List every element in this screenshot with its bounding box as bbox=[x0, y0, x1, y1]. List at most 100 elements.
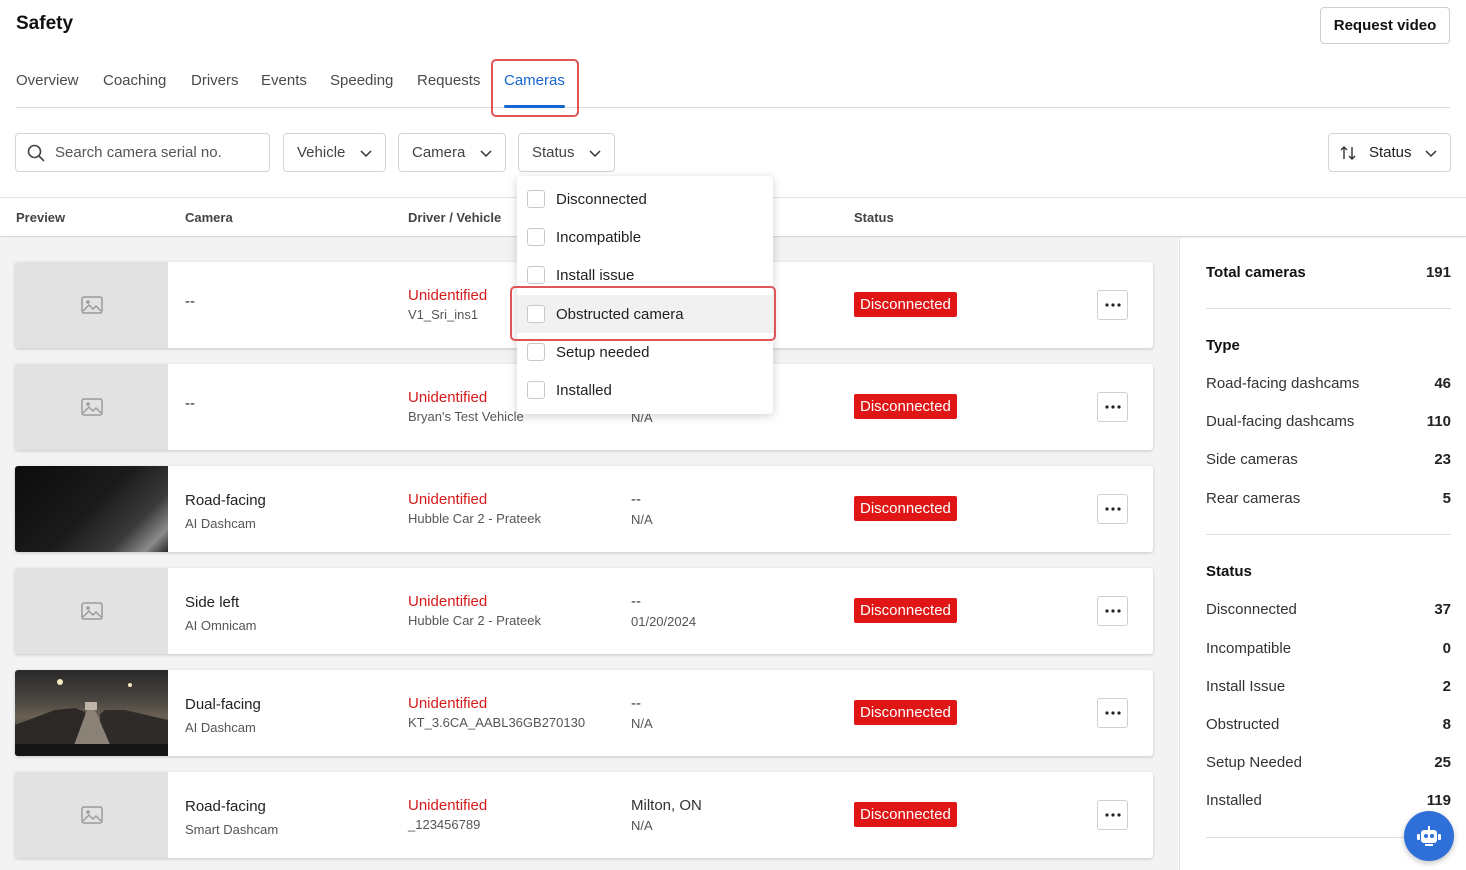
status-label: Obstructed bbox=[1206, 716, 1280, 733]
search-placeholder: Search camera serial no. bbox=[55, 144, 222, 161]
status-label: Setup Needed bbox=[1206, 754, 1302, 771]
street-scene-graphic bbox=[15, 679, 168, 756]
image-icon bbox=[80, 296, 103, 314]
checkbox[interactable] bbox=[527, 343, 545, 361]
more-options-button[interactable] bbox=[1097, 698, 1128, 728]
table-row[interactable]: Road-facing Smart Dashcam Unidentified _… bbox=[15, 772, 1153, 858]
tab-drivers[interactable]: Drivers bbox=[191, 72, 239, 107]
tab-bar: Overview Coaching Drivers Events Speedin… bbox=[16, 72, 1450, 108]
driver-name[interactable]: Unidentified bbox=[408, 593, 487, 610]
search-input[interactable]: Search camera serial no. bbox=[15, 133, 270, 172]
status-option-disconnected[interactable]: Disconnected bbox=[517, 180, 773, 218]
checkbox[interactable] bbox=[527, 228, 545, 246]
vehicle-name: Hubble Car 2 - Prateek bbox=[408, 613, 541, 628]
column-status[interactable]: Status bbox=[854, 210, 894, 225]
ellipsis-icon bbox=[1104, 711, 1121, 715]
status-row[interactable]: Incompatible 0 bbox=[1206, 640, 1451, 657]
request-video-button[interactable]: Request video bbox=[1320, 7, 1450, 44]
column-camera[interactable]: Camera bbox=[185, 210, 233, 225]
preview-placeholder[interactable] bbox=[15, 772, 168, 858]
column-preview: Preview bbox=[16, 210, 66, 225]
camera-preview-image[interactable] bbox=[15, 466, 168, 552]
more-options-button[interactable] bbox=[1097, 494, 1128, 524]
vehicle-filter[interactable]: Vehicle bbox=[283, 133, 386, 172]
driver-name[interactable]: Unidentified bbox=[408, 287, 487, 304]
more-options-button[interactable] bbox=[1097, 392, 1128, 422]
page: Safety Request video Overview Coaching D… bbox=[0, 0, 1466, 870]
tab-events[interactable]: Events bbox=[261, 72, 307, 107]
status-row[interactable]: Disconnected 37 bbox=[1206, 601, 1451, 618]
camera-name: -- bbox=[185, 395, 195, 412]
driver-name[interactable]: Unidentified bbox=[408, 797, 487, 814]
status-option-incompatible[interactable]: Incompatible bbox=[517, 218, 773, 256]
camera-filter[interactable]: Camera bbox=[398, 133, 506, 172]
status-badge: Disconnected bbox=[854, 496, 957, 521]
camera-model: AI Dashcam bbox=[185, 516, 256, 531]
last-seen-date: N/A bbox=[631, 512, 653, 527]
status-row[interactable]: Installed 119 bbox=[1206, 792, 1451, 809]
sort-button[interactable]: Status bbox=[1328, 133, 1451, 172]
cameras-tab-highlight bbox=[491, 59, 579, 117]
image-icon bbox=[80, 602, 103, 620]
assistant-button[interactable] bbox=[1404, 811, 1454, 861]
driver-name[interactable]: Unidentified bbox=[408, 695, 487, 712]
status-label: Installed bbox=[1206, 792, 1262, 809]
status-filter[interactable]: Status bbox=[518, 133, 615, 172]
status-heading: Status bbox=[1206, 563, 1252, 580]
tab-requests[interactable]: Requests bbox=[417, 72, 480, 107]
type-row[interactable]: Road-facing dashcams 46 bbox=[1206, 375, 1451, 392]
vehicle-name: _123456789 bbox=[408, 817, 481, 832]
checkbox[interactable] bbox=[527, 190, 545, 208]
total-cameras-row: Total cameras 191 bbox=[1206, 264, 1451, 281]
preview-placeholder[interactable] bbox=[15, 262, 168, 348]
column-driver-vehicle[interactable]: Driver / Vehicle bbox=[408, 210, 501, 225]
camera-preview-image[interactable] bbox=[15, 670, 168, 756]
status-row[interactable]: Install Issue 2 bbox=[1206, 678, 1451, 695]
ellipsis-icon bbox=[1104, 303, 1121, 307]
table-row[interactable]: Road-facing AI Dashcam Unidentified Hubb… bbox=[15, 466, 1153, 552]
chevron-down-icon bbox=[480, 150, 492, 158]
tab-coaching[interactable]: Coaching bbox=[103, 72, 166, 107]
camera-model: AI Omnicam bbox=[185, 618, 257, 633]
sort-label: Status bbox=[1369, 144, 1412, 161]
status-option-installed[interactable]: Installed bbox=[517, 371, 773, 409]
status-filter-label: Status bbox=[532, 144, 575, 161]
type-row[interactable]: Side cameras 23 bbox=[1206, 451, 1451, 468]
status-badge: Disconnected bbox=[854, 598, 957, 623]
ellipsis-icon bbox=[1104, 813, 1121, 817]
preview-placeholder[interactable] bbox=[15, 568, 168, 654]
divider bbox=[1206, 534, 1451, 535]
checkbox[interactable] bbox=[527, 381, 545, 399]
type-row[interactable]: Dual-facing dashcams 110 bbox=[1206, 413, 1451, 430]
option-label: Installed bbox=[556, 381, 612, 399]
image-icon bbox=[80, 806, 103, 824]
checkbox[interactable] bbox=[527, 266, 545, 284]
driver-name[interactable]: Unidentified bbox=[408, 491, 487, 508]
vehicle-filter-label: Vehicle bbox=[297, 144, 346, 161]
preview-placeholder[interactable] bbox=[15, 364, 168, 450]
more-options-button[interactable] bbox=[1097, 596, 1128, 626]
vehicle-name: Bryan's Test Vehicle bbox=[408, 409, 524, 424]
type-heading: Type bbox=[1206, 337, 1240, 354]
option-label: Setup needed bbox=[556, 343, 650, 361]
table-row[interactable]: Side left AI Omnicam Unidentified Hubble… bbox=[15, 568, 1153, 654]
status-count: 0 bbox=[1442, 640, 1451, 657]
type-row[interactable]: Rear cameras 5 bbox=[1206, 490, 1451, 507]
tab-overview[interactable]: Overview bbox=[16, 72, 79, 107]
status-count: 25 bbox=[1434, 754, 1451, 771]
status-label: Incompatible bbox=[1206, 640, 1292, 657]
table-row[interactable]: Dual-facing AI Dashcam Unidentified KT_3… bbox=[15, 670, 1153, 756]
status-row[interactable]: Setup Needed 25 bbox=[1206, 754, 1451, 771]
status-badge: Disconnected bbox=[854, 394, 957, 419]
sort-icon bbox=[1340, 145, 1356, 160]
driver-name[interactable]: Unidentified bbox=[408, 389, 487, 406]
more-options-button[interactable] bbox=[1097, 800, 1128, 830]
camera-model: Smart Dashcam bbox=[185, 822, 279, 837]
option-label: Incompatible bbox=[556, 228, 642, 246]
status-row[interactable]: Obstructed 8 bbox=[1206, 716, 1451, 733]
tab-speeding[interactable]: Speeding bbox=[330, 72, 393, 107]
more-options-button[interactable] bbox=[1097, 290, 1128, 320]
type-count: 46 bbox=[1434, 375, 1451, 392]
type-label: Road-facing dashcams bbox=[1206, 375, 1360, 392]
chevron-down-icon bbox=[360, 150, 372, 158]
